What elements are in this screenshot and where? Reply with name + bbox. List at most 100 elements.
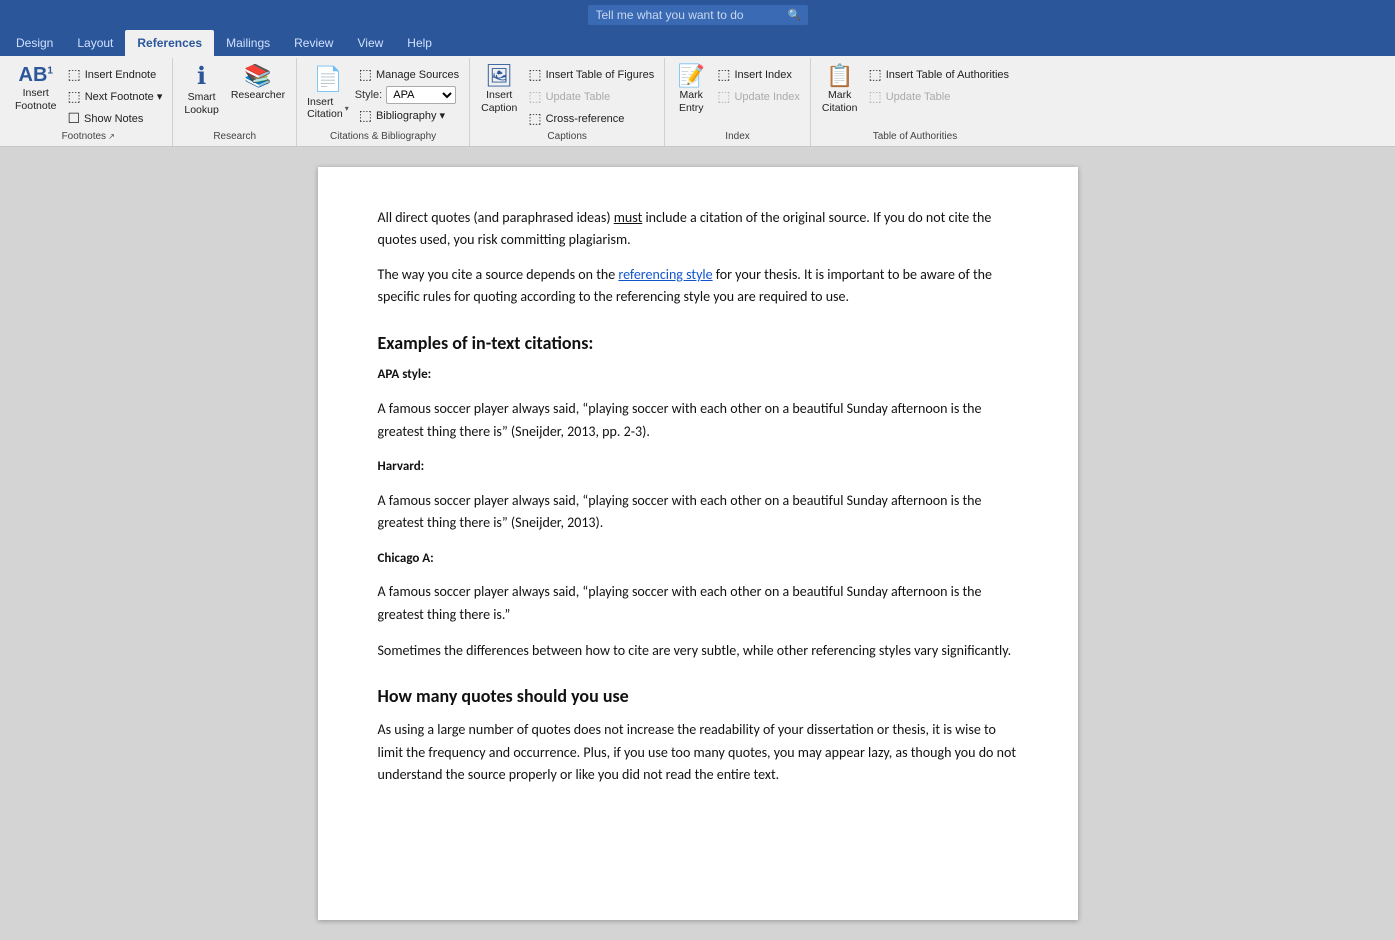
table-authorities-group-label: Table of Authorities [817,129,1013,146]
researcher-icon: 📚 [244,65,271,87]
tab-references[interactable]: References [125,30,214,56]
insert-table-authorities-button[interactable]: ⬚ Insert Table of Authorities [864,64,1013,85]
index-group-label: Index [671,129,804,146]
captions-items: 🖼 InsertCaption ⬚ Insert Table of Figure… [476,62,658,129]
cross-reference-button[interactable]: ⬚ Cross-reference [524,108,658,129]
update-table-auth-icon: ⬚ [868,88,881,105]
insert-index-button[interactable]: ⬚ Insert Index [713,64,804,85]
insert-citation-label: InsertCitation [307,96,343,120]
apa-text: A famous soccer player always said, “pla… [378,398,1018,443]
insert-caption-label: InsertCaption [481,89,517,114]
show-notes-label: Show Notes [84,113,143,125]
manage-sources-icon: ⬚ [359,66,372,83]
insert-footnote-button[interactable]: AB1 InsertFootnote [10,62,61,115]
manage-sources-label: Manage Sources [376,69,459,81]
search-icon: 🔍 [788,9,802,22]
insert-index-icon: ⬚ [717,66,730,83]
footnotes-small-col: ⬚ Insert Endnote ⬚ Next Footnote ▾ ☐ Sho… [63,62,166,129]
section2-heading: How many quotes should you use [378,682,1018,711]
index-small-col: ⬚ Insert Index ⬚ Update Index [713,62,804,107]
closing-paragraph: Sometimes the differences between how to… [378,640,1018,662]
tab-view[interactable]: View [345,30,395,56]
insert-citation-arrow: ▾ [345,104,349,113]
mark-citation-label: MarkCitation [822,89,858,114]
mark-citation-icon: 📋 [826,65,853,87]
insert-caption-button[interactable]: 🖼 InsertCaption [476,62,522,117]
index-group: 📝 MarkEntry ⬚ Insert Index ⬚ Update Inde… [665,58,811,146]
mark-citation-button[interactable]: 📋 MarkCitation [817,62,863,117]
table-authorities-group: 📋 MarkCitation ⬚ Insert Table of Authori… [811,58,1019,146]
search-input[interactable] [588,5,808,25]
search-wrap[interactable]: 🔍 [588,5,808,25]
update-index-button[interactable]: ⬚ Update Index [713,86,804,107]
manage-sources-button[interactable]: ⬚ Manage Sources [355,64,463,85]
chicago-text: A famous soccer player always said, “pla… [378,581,1018,626]
style-select[interactable]: APA MLA Chicago Harvard IEEE [386,86,456,104]
insert-table-of-figures-button[interactable]: ⬚ Insert Table of Figures [524,64,658,85]
document-area: All direct quotes (and paraphrased ideas… [0,147,1395,940]
bibliography-button[interactable]: ⬚ Bibliography ▾ [355,105,463,126]
table-authorities-items: 📋 MarkCitation ⬚ Insert Table of Authori… [817,62,1013,129]
insert-table-authorities-label: Insert Table of Authorities [886,69,1009,81]
tab-design[interactable]: Design [4,30,65,56]
section2-text: As using a large number of quotes does n… [378,719,1018,786]
endnote-icon: ⬚ [67,66,80,83]
research-group: ℹ SmartLookup 📚 Researcher Research [173,58,297,146]
document-page: All direct quotes (and paraphrased ideas… [318,167,1078,920]
authorities-small-col: ⬚ Insert Table of Authorities ⬚ Update T… [864,62,1013,107]
style-row: Style: APA MLA Chicago Harvard IEEE [355,86,463,104]
research-items: ℹ SmartLookup 📚 Researcher [179,62,290,129]
next-footnote-label: Next Footnote ▾ [85,90,163,103]
update-table-icon: ⬚ [528,88,541,105]
tab-layout[interactable]: Layout [65,30,125,56]
smart-lookup-icon: ℹ [197,65,206,89]
referencing-style-link[interactable]: referencing style [618,266,712,283]
paragraph-1: All direct quotes (and paraphrased ideas… [378,207,1018,252]
smart-lookup-label: SmartLookup [184,91,218,116]
footnote-icon: AB1 [19,65,53,85]
mark-entry-button[interactable]: 📝 MarkEntry [671,62,711,117]
insert-citation-button[interactable]: 📄 InsertCitation ▾ [303,62,353,123]
update-table-auth-button[interactable]: ⬚ Update Table [864,86,1013,107]
mark-entry-icon: 📝 [678,65,705,87]
bibliography-label: Bibliography ▾ [376,109,445,122]
style-label: Style: [355,89,383,101]
footnotes-expand-icon[interactable]: ↗ [108,132,115,141]
captions-group: 🖼 InsertCaption ⬚ Insert Table of Figure… [470,58,665,146]
show-notes-icon: ☐ [67,110,80,127]
update-table-auth-label: Update Table [886,91,951,103]
cross-reference-icon: ⬚ [528,110,541,127]
citations-small-col: ⬚ Manage Sources Style: APA MLA Chicago … [355,62,463,126]
next-footnote-button[interactable]: ⬚ Next Footnote ▾ [63,86,166,107]
update-table-label: Update Table [546,91,611,103]
update-table-button[interactable]: ⬚ Update Table [524,86,658,107]
researcher-button[interactable]: 📚 Researcher [226,62,290,105]
index-items: 📝 MarkEntry ⬚ Insert Index ⬚ Update Inde… [671,62,804,129]
title-bar: 🔍 [0,0,1395,30]
tab-help[interactable]: Help [395,30,444,56]
insert-endnote-button[interactable]: ⬚ Insert Endnote [63,64,166,85]
next-footnote-icon: ⬚ [67,88,80,105]
chicago-block: Chicago A: A famous soccer player always… [378,549,1018,627]
insert-table-authorities-icon: ⬚ [868,66,881,83]
insert-table-of-figures-label: Insert Table of Figures [546,69,655,81]
must-text: must [614,209,643,226]
apa-block: APA style: A famous soccer player always… [378,365,1018,443]
document-text: All direct quotes (and paraphrased ideas… [378,207,1018,786]
smart-lookup-button[interactable]: ℹ SmartLookup [179,62,223,119]
update-index-icon: ⬚ [717,88,730,105]
chicago-style-label: Chicago A: [378,549,1018,570]
citations-items: 📄 InsertCitation ▾ ⬚ Manage Sources Styl… [303,62,463,129]
section1-heading: Examples of in-text citations: [378,329,1018,358]
tab-mailings[interactable]: Mailings [214,30,282,56]
researcher-label: Researcher [231,89,285,102]
insert-citation-icon: 📄 [313,65,343,94]
research-group-label: Research [179,129,290,146]
footnotes-group-label: Footnotes ↗ [10,129,166,146]
captions-group-label: Captions [476,129,658,146]
show-notes-button[interactable]: ☐ Show Notes [63,108,166,129]
tab-review[interactable]: Review [282,30,345,56]
insert-table-figures-icon: ⬚ [528,66,541,83]
paragraph-2: The way you cite a source depends on the… [378,264,1018,309]
footnotes-group: AB1 InsertFootnote ⬚ Insert Endnote ⬚ Ne… [4,58,173,146]
